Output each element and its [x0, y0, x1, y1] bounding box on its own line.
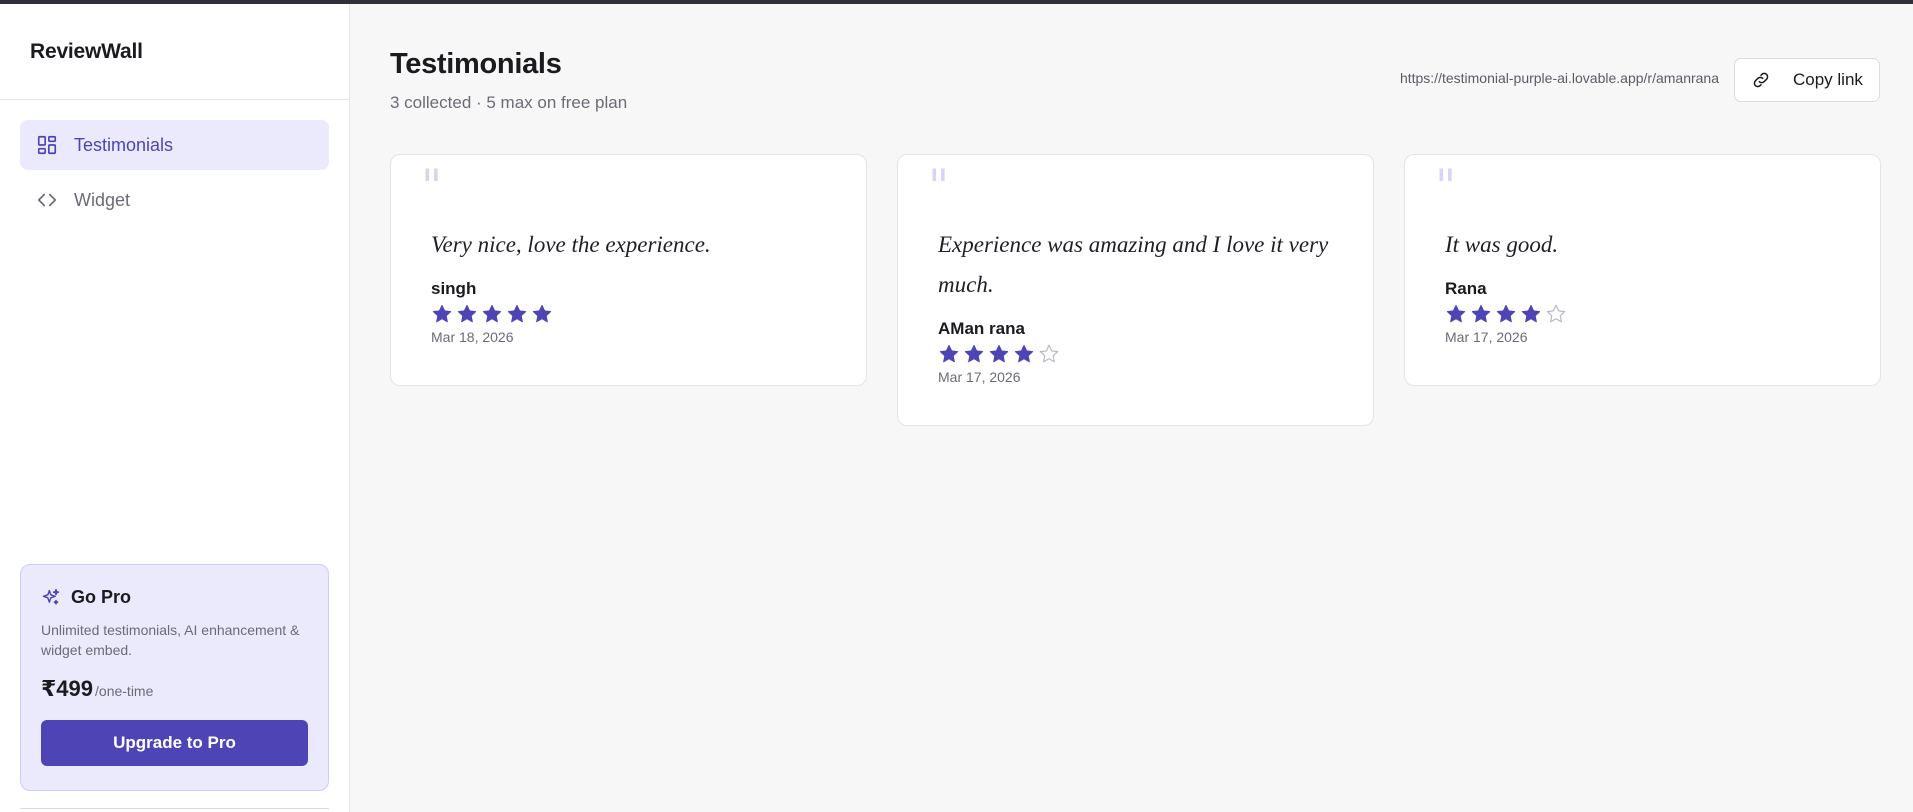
- go-pro-price: ₹499 /one-time: [41, 676, 308, 702]
- testimonial-card: " Very nice, love the experience. singh …: [390, 154, 867, 386]
- testimonial-quote: Very nice, love the experience.: [431, 232, 711, 257]
- code-icon: [36, 189, 58, 211]
- sidebar-item-label: Widget: [74, 189, 131, 210]
- sidebar: ReviewWall Testimonials Widget Go Pro Un…: [0, 4, 350, 812]
- go-pro-heading: Go Pro: [41, 587, 308, 608]
- star-filled-icon: [1496, 304, 1516, 323]
- sidebar-divider: [20, 808, 329, 809]
- sparkles-icon: [41, 588, 61, 608]
- sidebar-item-testimonials[interactable]: Testimonials: [20, 120, 329, 170]
- brand-logo[interactable]: ReviewWall: [0, 4, 349, 100]
- testimonial-date: Mar 17, 2026: [938, 369, 1021, 385]
- go-pro-card: Go Pro Unlimited testimonials, AI enhanc…: [20, 564, 329, 791]
- star-filled-icon: [532, 304, 552, 323]
- testimonial-card: " Experience was amazing and I love it v…: [897, 154, 1374, 426]
- star-filled-icon: [507, 304, 527, 323]
- quote-icon: ": [421, 159, 443, 213]
- sidebar-item-widget[interactable]: Widget: [20, 175, 329, 225]
- main-content: Testimonials 3 collected · 5 max on free…: [351, 4, 1913, 812]
- star-filled-icon: [964, 344, 984, 363]
- star-empty-icon: [1039, 344, 1059, 363]
- star-empty-icon: [1546, 304, 1566, 323]
- testimonial-date: Mar 18, 2026: [431, 329, 514, 345]
- star-filled-icon: [457, 304, 477, 323]
- testimonial-date: Mar 17, 2026: [1445, 329, 1528, 345]
- testimonial-author: singh: [431, 279, 477, 298]
- price-period: /one-time: [95, 683, 154, 699]
- star-filled-icon: [989, 344, 1009, 363]
- testimonial-author: Rana: [1445, 279, 1487, 298]
- page-title: Testimonials: [390, 48, 562, 80]
- star-filled-icon: [1446, 304, 1466, 323]
- testimonial-quote: Experience was amazing and I love it ver…: [938, 232, 1329, 297]
- testimonial-author: AMan rana: [938, 319, 1025, 338]
- go-pro-description: Unlimited testimonials, AI enhancement &…: [41, 622, 300, 658]
- copy-link-label: Copy link: [1793, 70, 1863, 89]
- star-filled-icon: [1521, 304, 1541, 323]
- testimonial-quote: It was good.: [1445, 232, 1559, 257]
- testimonial-card: " It was good. Rana Mar 17, 2026: [1404, 154, 1881, 386]
- star-filled-icon: [432, 304, 452, 323]
- star-filled-icon: [482, 304, 502, 323]
- quote-icon: ": [928, 159, 950, 213]
- copy-link-button[interactable]: Copy link: [1734, 58, 1880, 102]
- dashboard-grid-icon: [36, 134, 58, 156]
- quote-icon: ": [1435, 159, 1457, 213]
- upgrade-to-pro-button[interactable]: Upgrade to Pro: [41, 720, 308, 766]
- star-rating: [1445, 303, 1840, 325]
- star-rating: [431, 303, 826, 325]
- star-filled-icon: [1014, 344, 1034, 363]
- star-filled-icon: [1471, 304, 1491, 323]
- star-rating: [938, 343, 1333, 365]
- share-url[interactable]: https://testimonial-purple-ai.lovable.ap…: [1400, 70, 1719, 86]
- star-filled-icon: [939, 344, 959, 363]
- sidebar-item-label: Testimonials: [74, 134, 174, 155]
- price-amount: ₹499: [41, 676, 94, 701]
- link-icon: [1751, 70, 1771, 90]
- sidebar-nav: Testimonials Widget: [0, 100, 349, 225]
- go-pro-title: Go Pro: [71, 587, 132, 607]
- page-subtitle: 3 collected · 5 max on free plan: [390, 93, 628, 112]
